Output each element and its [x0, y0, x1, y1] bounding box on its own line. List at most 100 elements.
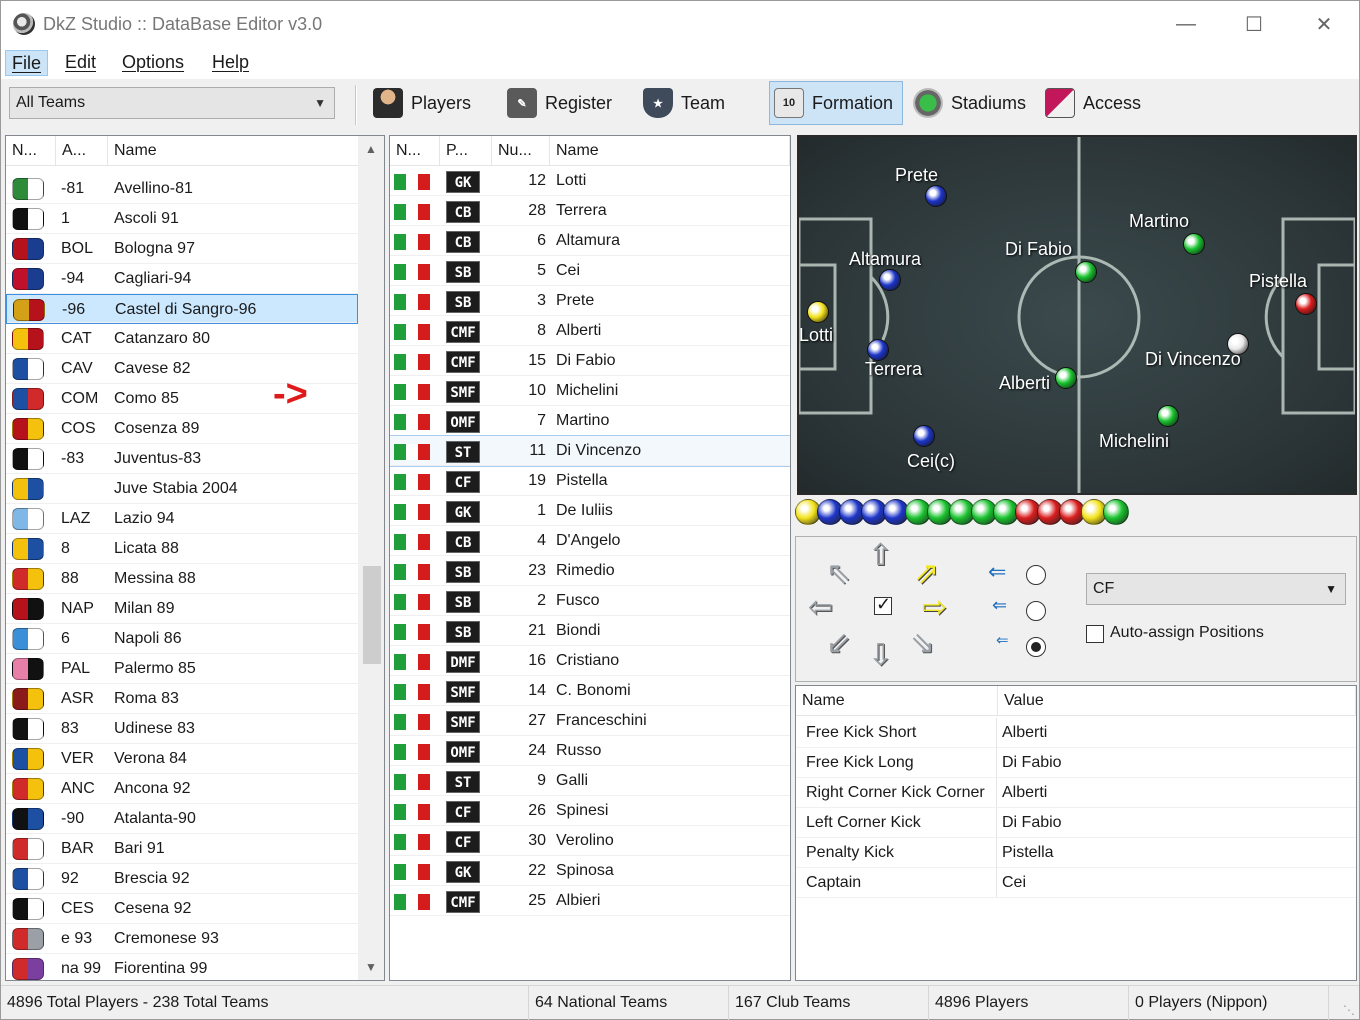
player-row[interactable]: ST 9 Galli — [390, 766, 790, 796]
arrow-up-right-icon[interactable]: ⇗ — [914, 559, 939, 589]
team-row[interactable]: BAR Bari 91 — [6, 834, 358, 864]
team-row[interactable]: CAT Catanzaro 80 — [6, 324, 358, 354]
player-row[interactable]: GK 12 Lotti — [390, 166, 790, 196]
player-marker[interactable] — [807, 301, 829, 323]
menu-file[interactable]: File — [5, 50, 49, 76]
col-header-number[interactable]: Nu... — [492, 136, 550, 166]
team-row[interactable]: na 99 Fiorentina 99 — [6, 954, 358, 980]
player-row[interactable]: SMF 14 C. Bonomi — [390, 676, 790, 706]
player-marker[interactable] — [1183, 233, 1205, 255]
team-row[interactable]: BOL Bologna 97 — [6, 234, 358, 264]
team-row[interactable]: -96 Castel di Sangro-96 — [6, 294, 358, 324]
arrow-up-icon[interactable]: ⇧ — [868, 541, 893, 571]
col-header-name[interactable]: Name — [108, 136, 360, 166]
team-row[interactable]: e 93 Cremonese 93 — [6, 924, 358, 954]
teams-scrollbar[interactable]: ▲ ▼ — [358, 136, 384, 980]
team-row[interactable]: NAP Milan 89 — [6, 594, 358, 624]
player-row[interactable]: SMF 10 Michelini — [390, 376, 790, 406]
player-marker[interactable] — [1157, 405, 1179, 427]
stadiums-button[interactable]: Stadiums — [909, 81, 1030, 125]
player-row[interactable]: CF 26 Spinesi — [390, 796, 790, 826]
player-row[interactable]: CB 6 Altamura — [390, 226, 790, 256]
direction-radio-3[interactable] — [1026, 637, 1046, 657]
formation-pitch[interactable]: Prete Martino Altamura Di Fabio Pistella Lott… — [797, 135, 1357, 495]
team-row[interactable]: Juve Stabia 2004 — [6, 474, 358, 504]
arrow-down-right-icon[interactable]: ⇘ — [910, 629, 935, 659]
team-row[interactable]: 6 Napoli 86 — [6, 624, 358, 654]
player-row[interactable]: CF 30 Verolino — [390, 826, 790, 856]
player-marker[interactable] — [1055, 367, 1077, 389]
player-marker[interactable] — [879, 269, 901, 291]
player-row[interactable]: CF 19 Pistella — [390, 466, 790, 496]
minimize-button[interactable]: — — [1151, 1, 1221, 47]
set-piece-value[interactable]: Cei — [1002, 868, 1026, 898]
team-row[interactable]: ASR Roma 83 — [6, 684, 358, 714]
set-pieces-table[interactable]: Name Value Free Kick Short Alberti Free Ki… — [795, 685, 1357, 981]
menu-help[interactable]: Help — [206, 50, 255, 76]
team-row[interactable]: 88 Messina 88 — [6, 564, 358, 594]
team-row[interactable]: -81 Avellino-81 — [6, 174, 358, 204]
arrow-down-left-icon[interactable]: ⇙ — [826, 629, 851, 659]
direction-radio-2[interactable] — [1026, 601, 1046, 621]
col-header-n[interactable]: N... — [6, 136, 56, 166]
set-piece-row[interactable]: Free Kick Short Alberti — [796, 718, 1356, 748]
player-row[interactable]: DMF 16 Cristiano — [390, 646, 790, 676]
menu-options[interactable]: Options — [116, 50, 190, 76]
scroll-down-icon[interactable]: ▼ — [358, 954, 384, 980]
set-piece-row[interactable]: Penalty Kick Pistella — [796, 838, 1356, 868]
direction-radio-1[interactable] — [1026, 565, 1046, 585]
player-row[interactable]: OMF 7 Martino — [390, 406, 790, 436]
col-header-player-name[interactable]: Name — [550, 136, 790, 166]
team-row[interactable]: COS Cosenza 89 — [6, 414, 358, 444]
player-row[interactable]: GK 22 Spinosa — [390, 856, 790, 886]
team-row[interactable]: LAZ Lazio 94 — [6, 504, 358, 534]
team-row[interactable]: -83 Juventus-83 — [6, 444, 358, 474]
arrow-right-icon[interactable]: ⇨ — [922, 593, 947, 623]
set-piece-value[interactable]: Di Fabio — [1002, 808, 1062, 838]
set-piece-value[interactable]: Alberti — [1002, 718, 1047, 748]
menu-edit[interactable]: Edit — [59, 50, 102, 76]
player-row[interactable]: SB 3 Prete — [390, 286, 790, 316]
team-row[interactable]: ANC Ancona 92 — [6, 774, 358, 804]
set-piece-row[interactable]: Left Corner Kick Di Fabio — [796, 808, 1356, 838]
player-row[interactable]: CMF 8 Alberti — [390, 316, 790, 346]
set-piece-value[interactable]: Pistella — [1002, 838, 1054, 868]
player-row[interactable]: ST 11 Di Vincenzo — [390, 435, 790, 467]
player-marker[interactable] — [1075, 261, 1097, 283]
team-row[interactable]: CES Cesena 92 — [6, 894, 358, 924]
arrow-left-icon[interactable]: ⇦ — [808, 593, 833, 623]
players-list[interactable]: N... P... Nu... Name GK 12 Lotti CB 28 Terrer… — [389, 135, 791, 981]
player-row[interactable]: CB 4 D'Angelo — [390, 526, 790, 556]
player-row[interactable]: CMF 15 Di Fabio — [390, 346, 790, 376]
col-header-abbr[interactable]: A... — [56, 136, 108, 166]
player-row[interactable]: SB 23 Rimedio — [390, 556, 790, 586]
player-marker[interactable] — [867, 339, 889, 361]
set-piece-value[interactable]: Alberti — [1002, 778, 1047, 808]
team-row[interactable]: 1 Ascoli 91 — [6, 204, 358, 234]
team-row[interactable]: PAL Palermo 85 — [6, 654, 358, 684]
team-row[interactable]: 92 Brescia 92 — [6, 864, 358, 894]
teams-list[interactable]: N... A... Name -81 Avellino-81 1 Ascoli 91 B… — [5, 135, 385, 981]
team-row[interactable]: -90 Atalanta-90 — [6, 804, 358, 834]
team-button[interactable]: ★ Team — [639, 81, 729, 125]
set-piece-row[interactable]: Captain Cei — [796, 868, 1356, 898]
close-button[interactable]: ✕ — [1289, 1, 1359, 47]
team-row[interactable]: VER Verona 84 — [6, 744, 358, 774]
auto-assign-checkbox[interactable] — [1086, 625, 1104, 643]
player-marker[interactable] — [925, 185, 947, 207]
col-header-position[interactable]: P... — [440, 136, 492, 166]
arrow-down-icon[interactable]: ⇩ — [868, 641, 893, 671]
set-piece-row[interactable]: Right Corner Kick Corner Alberti — [796, 778, 1356, 808]
players-button[interactable]: Players — [369, 81, 475, 125]
col-header-setpiece-value[interactable]: Value — [998, 686, 1356, 716]
scroll-up-icon[interactable]: ▲ — [358, 136, 384, 162]
access-button[interactable]: Access — [1041, 81, 1145, 125]
player-row[interactable]: SB 2 Fusco — [390, 586, 790, 616]
formation-button[interactable]: 10 Formation — [769, 81, 903, 125]
center-checkbox[interactable]: ✓ — [874, 594, 892, 615]
player-row[interactable]: SB 5 Cei — [390, 256, 790, 286]
maximize-button[interactable]: ☐ — [1219, 1, 1289, 47]
player-row[interactable]: CMF 25 Albieri — [390, 886, 790, 916]
player-row[interactable]: SB 21 Biondi — [390, 616, 790, 646]
register-button[interactable]: ✎ Register — [503, 81, 616, 125]
